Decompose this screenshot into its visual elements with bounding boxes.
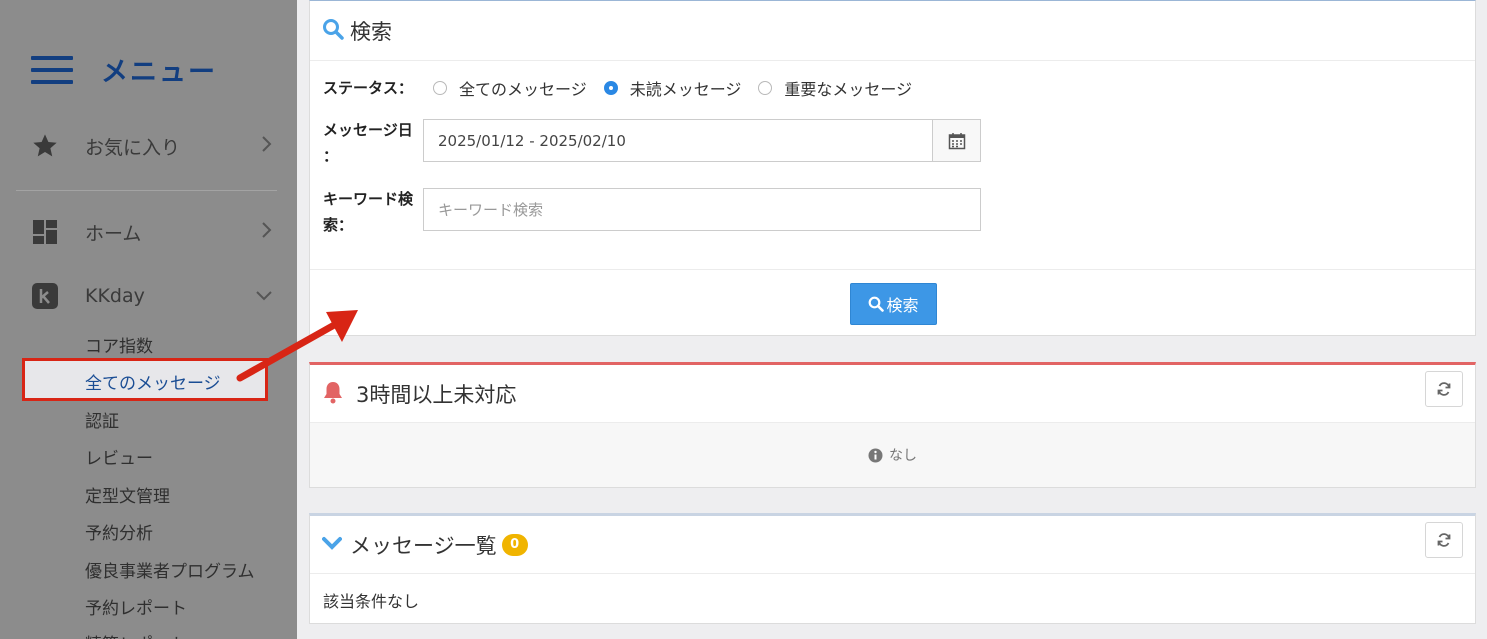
hamburger-icon[interactable] <box>31 55 73 84</box>
radio-label: 未読メッセージ <box>629 80 742 99</box>
alert-panel-title: 3時間以上未対応 <box>356 382 517 407</box>
search-divider <box>310 269 1475 270</box>
status-radio-group: 全てのメッセージ 未読メッセージ 重要なメッセージ <box>433 76 929 100</box>
status-radio-all[interactable]: 全てのメッセージ <box>433 76 587 100</box>
date-range-field[interactable]: 2025/01/12 - 2025/02/10 <box>423 119 981 162</box>
search-icon <box>869 296 885 312</box>
sidebar-subitem-excellent-program[interactable]: 優良事業者プログラム <box>85 557 255 582</box>
message-list-panel: メッセージ一覧 0 該当条件なし <box>309 513 1476 624</box>
status-radio-important[interactable]: 重要なメッセージ <box>758 76 912 100</box>
message-list-header[interactable]: メッセージ一覧 0 <box>310 516 1475 574</box>
sidebar-subitem-verification[interactable]: 認証 <box>85 407 119 432</box>
info-icon <box>868 448 883 462</box>
sidebar-subitem-reviews[interactable]: レビュー <box>85 444 153 469</box>
kkday-logo-icon <box>31 282 59 310</box>
chevron-right-icon <box>261 135 273 158</box>
search-panel: 検索 ステータス： 全てのメッセージ 未読メッセージ 重要なメッセージ メッセー… <box>309 0 1476 336</box>
sidebar-item-favorites[interactable]: お気に入り <box>31 132 277 160</box>
sidebar-subitem-core-index[interactable]: コア指数 <box>85 332 153 357</box>
radio-dot[interactable] <box>758 81 773 95</box>
radio-dot-selected[interactable] <box>603 81 618 95</box>
keyword-search-input[interactable] <box>423 188 981 231</box>
sidebar-subitem-settlement-report[interactable]: 精算レポート <box>85 630 187 639</box>
annotation-arrow <box>236 310 358 382</box>
keyword-label-line2: 索： <box>323 216 354 234</box>
menu-title: メニュー <box>101 57 217 88</box>
status-row: ステータス： 全てのメッセージ 未読メッセージ 重要なメッセージ <box>323 75 929 101</box>
alert-refresh-button[interactable] <box>1425 371 1463 407</box>
refresh-icon <box>1437 382 1451 396</box>
sidebar-subitem-booking-report[interactable]: 予約レポート <box>85 594 187 619</box>
search-panel-title: 検索 <box>350 19 392 44</box>
date-label-line1: メッセージ日 <box>323 121 413 139</box>
sidebar-item-label: お気に入り <box>85 136 181 159</box>
search-button[interactable]: 検索 <box>850 283 937 325</box>
alert-empty-state: なし <box>310 445 1475 465</box>
date-label-line2: ： <box>323 147 339 165</box>
unanswered-alert-panel: 3時間以上未対応 なし <box>309 362 1476 488</box>
search-icon <box>322 18 344 44</box>
status-radio-unread[interactable]: 未読メッセージ <box>603 76 742 100</box>
sidebar-item-label: KKday <box>85 285 145 307</box>
keyword-label-line1: キーワード検 <box>323 190 414 208</box>
date-range-value[interactable]: 2025/01/12 - 2025/02/10 <box>424 120 932 161</box>
sidebar-item-label: ホーム <box>85 222 142 245</box>
keyword-label: キーワード検 索： <box>323 186 413 238</box>
message-list-title: メッセージ一覧 <box>350 533 497 558</box>
sidebar-divider <box>16 190 277 191</box>
sidebar-subitem-label: 全てのメッセージ <box>85 374 221 394</box>
chevron-right-icon <box>261 221 273 244</box>
refresh-icon <box>1437 533 1451 547</box>
message-list-empty-text: 該当条件なし <box>323 592 420 611</box>
dashboard-icon <box>31 218 59 246</box>
search-button-label: 検索 <box>886 296 919 315</box>
star-icon <box>31 132 59 160</box>
sidebar-subitem-templates[interactable]: 定型文管理 <box>85 482 170 507</box>
sidebar-item-home[interactable]: ホーム <box>31 218 277 246</box>
radio-dot[interactable] <box>433 81 448 95</box>
chevron-down-icon[interactable] <box>322 535 342 554</box>
message-list-refresh-button[interactable] <box>1425 522 1463 558</box>
alert-panel-header: 3時間以上未対応 <box>310 365 1475 423</box>
radio-label: 重要なメッセージ <box>784 80 913 99</box>
menu-header: メニュー <box>31 50 217 89</box>
date-label: メッセージ日 ： <box>323 117 413 169</box>
message-count-badge: 0 <box>501 533 528 556</box>
calendar-icon[interactable] <box>932 120 980 161</box>
radio-label: 全てのメッセージ <box>459 80 587 99</box>
search-panel-header: 検索 <box>310 1 1475 61</box>
alert-empty-text: なし <box>889 448 917 464</box>
sidebar-subitem-booking-analysis[interactable]: 予約分析 <box>85 519 153 544</box>
status-label: ステータス： <box>323 79 414 97</box>
